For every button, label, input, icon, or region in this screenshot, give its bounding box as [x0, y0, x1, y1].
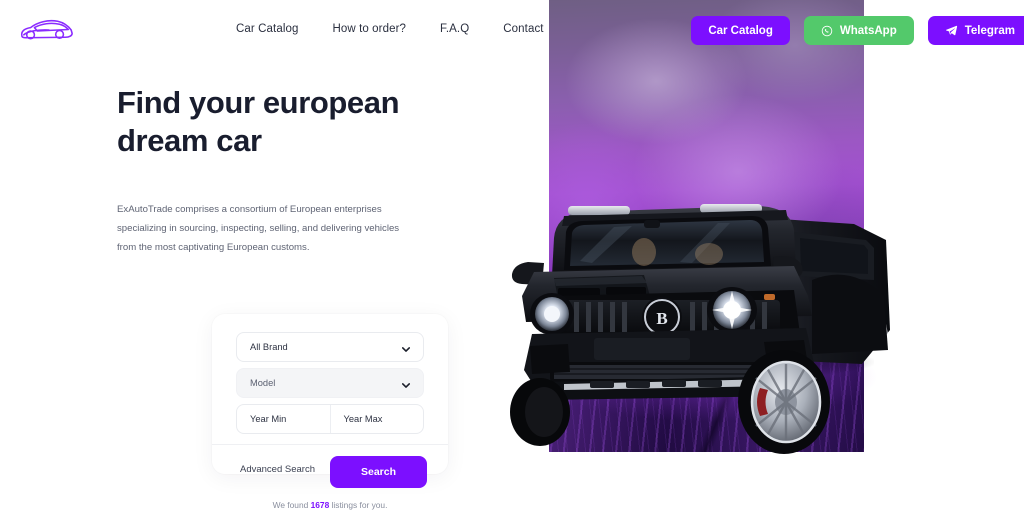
search-button[interactable]: Search: [330, 456, 427, 488]
main-navigation: Car Catalog How to order? F.A.Q Contact: [236, 23, 544, 35]
site-header: Car Catalog How to order? F.A.Q Contact …: [0, 0, 1024, 60]
hero-description: ExAutoTrade comprises a consortium of Eu…: [117, 204, 400, 253]
nav-item-car-catalog[interactable]: Car Catalog: [236, 23, 298, 35]
page-title: Find your european dream car: [117, 85, 400, 158]
telegram-button[interactable]: Telegram: [927, 16, 1024, 45]
header-cta-group: Car Catalog WhatsApp Telegram: [691, 16, 1024, 45]
telegram-button-label: Telegram: [964, 24, 1015, 37]
model-select[interactable]: Model: [236, 368, 424, 398]
landing-page: B Car Catalog How to order? F.A.Q Contac…: [0, 0, 1024, 528]
chevron-down-icon: [402, 344, 410, 352]
form-actions: Advanced Search Search: [212, 456, 448, 492]
year-max-input[interactable]: Year Max: [329, 405, 424, 433]
form-divider: [212, 444, 448, 445]
listing-prefix: We found: [272, 500, 311, 510]
listing-suffix: listings for you.: [329, 500, 388, 510]
year-min-value: Year Min: [250, 414, 287, 424]
hero-image: B: [510, 0, 890, 454]
svg-text:B: B: [656, 309, 667, 328]
brand-select-value: All Brand: [250, 342, 288, 352]
car-catalog-button[interactable]: Car Catalog: [691, 16, 790, 45]
car-search-form: All Brand Model Year Min Year Max Advanc…: [212, 314, 448, 488]
model-select-value: Model: [250, 378, 276, 388]
chevron-down-icon: [402, 380, 410, 388]
listing-count-note: We found 1678 listings for you.: [212, 500, 448, 510]
year-range-group: Year Min Year Max: [236, 404, 424, 434]
exautotrade-logo[interactable]: [18, 16, 76, 44]
advanced-search-button[interactable]: Advanced Search: [240, 464, 315, 475]
whatsapp-button-label: WhatsApp: [839, 24, 897, 37]
brabus-g-class-car: B: [494, 120, 924, 460]
nav-item-contact[interactable]: Contact: [503, 23, 543, 35]
car-catalog-button-label: Car Catalog: [708, 24, 773, 37]
telegram-icon: [945, 24, 958, 37]
nav-item-faq[interactable]: F.A.Q: [440, 23, 469, 35]
nav-item-how-to-order[interactable]: How to order?: [332, 23, 406, 35]
listing-count: 1678: [310, 500, 330, 510]
whatsapp-button[interactable]: WhatsApp: [803, 16, 914, 45]
year-max-value: Year Max: [343, 414, 383, 424]
brand-select[interactable]: All Brand: [236, 332, 424, 362]
year-min-input[interactable]: Year Min: [237, 405, 330, 433]
whatsapp-icon: [821, 25, 833, 37]
